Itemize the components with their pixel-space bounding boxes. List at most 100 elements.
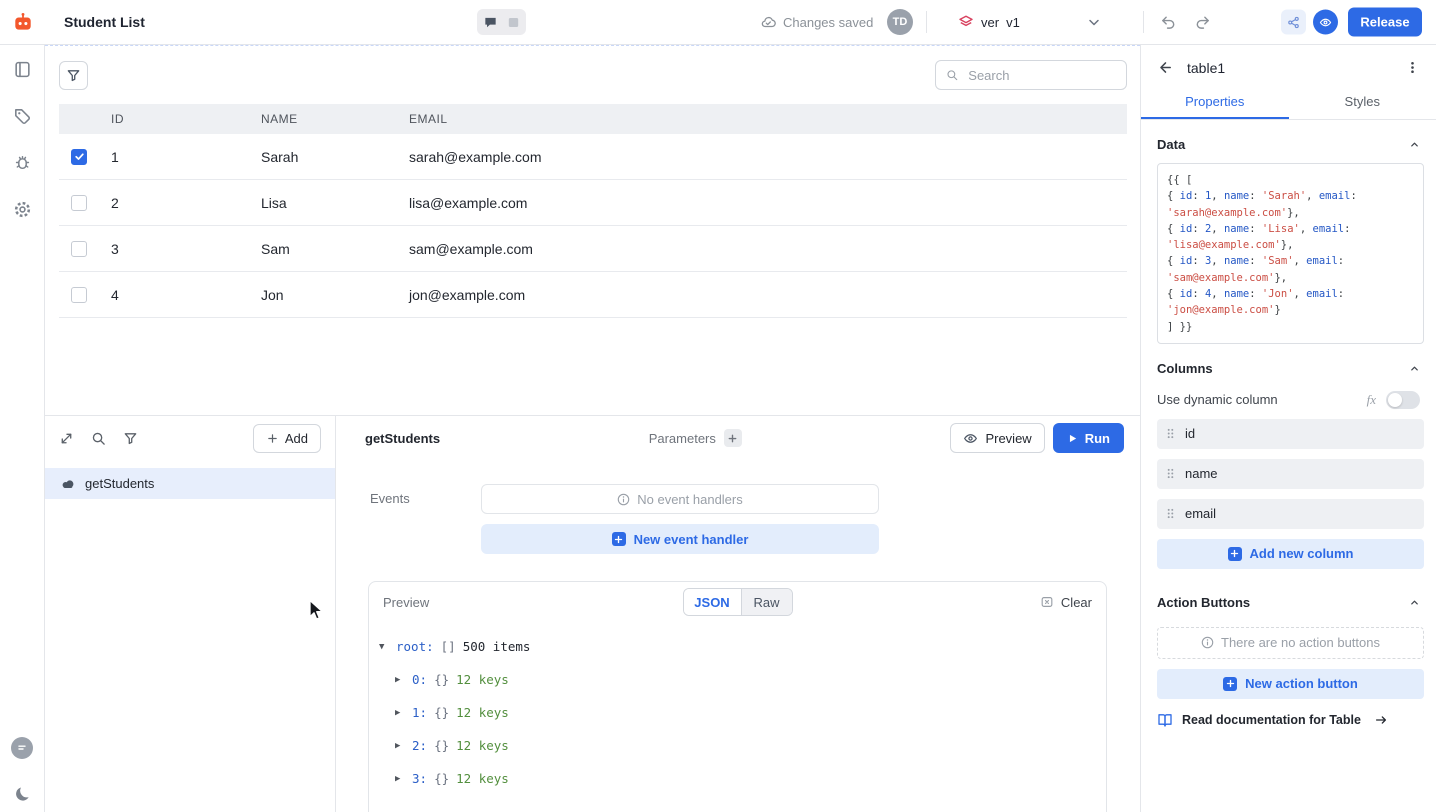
canvas-icon [506, 15, 521, 30]
version-selector[interactable]: ver v1 [958, 14, 1020, 30]
arrow-right-icon [1374, 713, 1388, 727]
header-name[interactable]: NAME [253, 112, 401, 126]
dynamic-column-toggle[interactable] [1386, 391, 1420, 409]
cell-id: 3 [103, 241, 253, 257]
tree-key: root: [396, 639, 434, 654]
help-chat-button[interactable] [11, 737, 33, 759]
back-arrow-icon [1157, 59, 1174, 76]
no-event-handlers-box: No event handlers [481, 484, 879, 514]
table-header: ID NAME EMAIL [59, 104, 1127, 134]
cell-id: 4 [103, 287, 253, 303]
row-checkbox[interactable] [71, 195, 87, 211]
expand-triangle-icon: ▶ [395, 708, 405, 718]
theme-toggle-button[interactable] [14, 785, 31, 802]
fx-icon[interactable]: fx [1367, 392, 1376, 408]
redo-button[interactable] [1194, 14, 1211, 31]
canvas-mode-button[interactable] [503, 12, 523, 32]
release-button[interactable]: Release [1348, 8, 1422, 37]
pin-icon [59, 431, 74, 446]
share-button[interactable] [1281, 10, 1306, 35]
row-checkbox[interactable] [71, 241, 87, 257]
tree-item-row[interactable]: ▶ 1: {} 12 keys [379, 696, 1106, 729]
table-row[interactable]: 2 Lisa lisa@example.com [59, 180, 1127, 226]
preview-button[interactable]: Preview [950, 423, 1044, 453]
add-new-column-button[interactable]: Add new column [1157, 539, 1424, 569]
appsmith-logo[interactable] [0, 0, 45, 45]
header-id[interactable]: ID [103, 112, 253, 126]
back-button[interactable] [1157, 59, 1174, 76]
new-action-button[interactable]: New action button [1157, 669, 1424, 699]
tree-item-row[interactable]: ▶ 3: {} 12 keys [379, 762, 1106, 795]
row-checkbox[interactable] [71, 149, 87, 165]
debug-nav-button[interactable] [13, 153, 32, 172]
add-parameter-button[interactable] [724, 429, 742, 447]
kebab-icon [1405, 60, 1420, 75]
tree-root-row[interactable]: ▼ root: [] 500 items [379, 630, 1106, 663]
table-widget-toolbar [59, 60, 1127, 90]
topbar: Student List Changes saved TD [0, 0, 1436, 45]
app-title: Student List [64, 14, 145, 30]
run-button[interactable]: Run [1053, 423, 1124, 453]
tag-nav-button[interactable] [13, 107, 31, 125]
tab-styles[interactable]: Styles [1289, 86, 1436, 119]
pin-panel-button[interactable] [59, 431, 74, 446]
table-row[interactable]: 3 Sam sam@example.com [59, 226, 1127, 272]
kebab-menu-button[interactable] [1405, 60, 1420, 75]
read-documentation-link[interactable]: Read documentation for Table [1157, 712, 1388, 728]
table-row[interactable]: 1 Sarah sarah@example.com [59, 134, 1127, 180]
column-row[interactable]: name [1157, 459, 1424, 489]
app-root: Student List Changes saved TD [0, 0, 1436, 812]
columns-list: id name [1141, 419, 1436, 529]
add-query-button[interactable]: Add [253, 424, 321, 453]
query-list-item[interactable]: getStudents [45, 468, 335, 499]
table-filter-button[interactable] [59, 61, 88, 90]
section-action-buttons-header[interactable]: Action Buttons [1141, 569, 1436, 619]
layers-icon [958, 14, 974, 30]
header-email[interactable]: EMAIL [401, 112, 1127, 126]
events-row: Events No event handlers New [336, 484, 1140, 554]
search-input[interactable] [966, 67, 1116, 84]
preview-button-label: Preview [985, 431, 1031, 446]
clear-label: Clear [1061, 595, 1092, 610]
filter-queries-button[interactable] [123, 431, 138, 446]
plus-icon [1223, 677, 1237, 691]
avatar[interactable]: TD [887, 9, 913, 35]
tab-properties[interactable]: Properties [1141, 86, 1289, 119]
share-icon [1287, 15, 1300, 29]
drag-handle-icon[interactable] [1166, 507, 1175, 520]
cell-name: Sam [253, 241, 401, 257]
search-queries-button[interactable] [91, 431, 106, 446]
add-query-label: Add [285, 431, 308, 446]
section-data-header[interactable]: Data [1141, 120, 1436, 161]
row-checkbox[interactable] [71, 287, 87, 303]
clear-response-button[interactable]: Clear [1040, 595, 1092, 610]
chevron-down-icon[interactable] [1086, 14, 1102, 30]
new-event-handler-button[interactable]: New event handler [481, 524, 879, 554]
mode-toggle [477, 9, 526, 35]
section-columns-title: Columns [1157, 361, 1213, 376]
tree-key: 1: [412, 705, 427, 720]
use-dynamic-column-row: Use dynamic column fx [1141, 385, 1436, 409]
pages-nav-button[interactable] [13, 60, 32, 79]
tab-raw[interactable]: Raw [742, 589, 792, 615]
tree-item-row[interactable]: ▶ 2: {} 12 keys [379, 729, 1106, 762]
add-new-column-label: Add new column [1250, 546, 1354, 561]
widget-name-title[interactable]: table1 [1187, 60, 1225, 76]
tab-json[interactable]: JSON [684, 589, 742, 615]
section-action-buttons-title: Action Buttons [1157, 595, 1250, 610]
column-row[interactable]: id [1157, 419, 1424, 449]
comment-mode-button[interactable] [480, 12, 500, 32]
data-code-editor[interactable]: {{ [ { id: 1, name: 'Sarah', email:'sara… [1157, 163, 1424, 344]
undo-button[interactable] [1160, 14, 1177, 31]
settings-nav-button[interactable] [13, 200, 32, 219]
tree-item-row[interactable]: ▶ 0: {} 12 keys [379, 663, 1106, 696]
plus-icon [612, 532, 626, 546]
table-row[interactable]: 4 Jon jon@example.com [59, 272, 1127, 318]
drag-handle-icon[interactable] [1166, 467, 1175, 480]
preview-mode-button[interactable] [1313, 10, 1338, 35]
drag-handle-icon[interactable] [1166, 427, 1175, 440]
section-columns-header[interactable]: Columns [1141, 344, 1436, 385]
column-row[interactable]: email [1157, 499, 1424, 529]
eye-icon [963, 431, 978, 446]
query-title[interactable]: getStudents [365, 431, 440, 446]
